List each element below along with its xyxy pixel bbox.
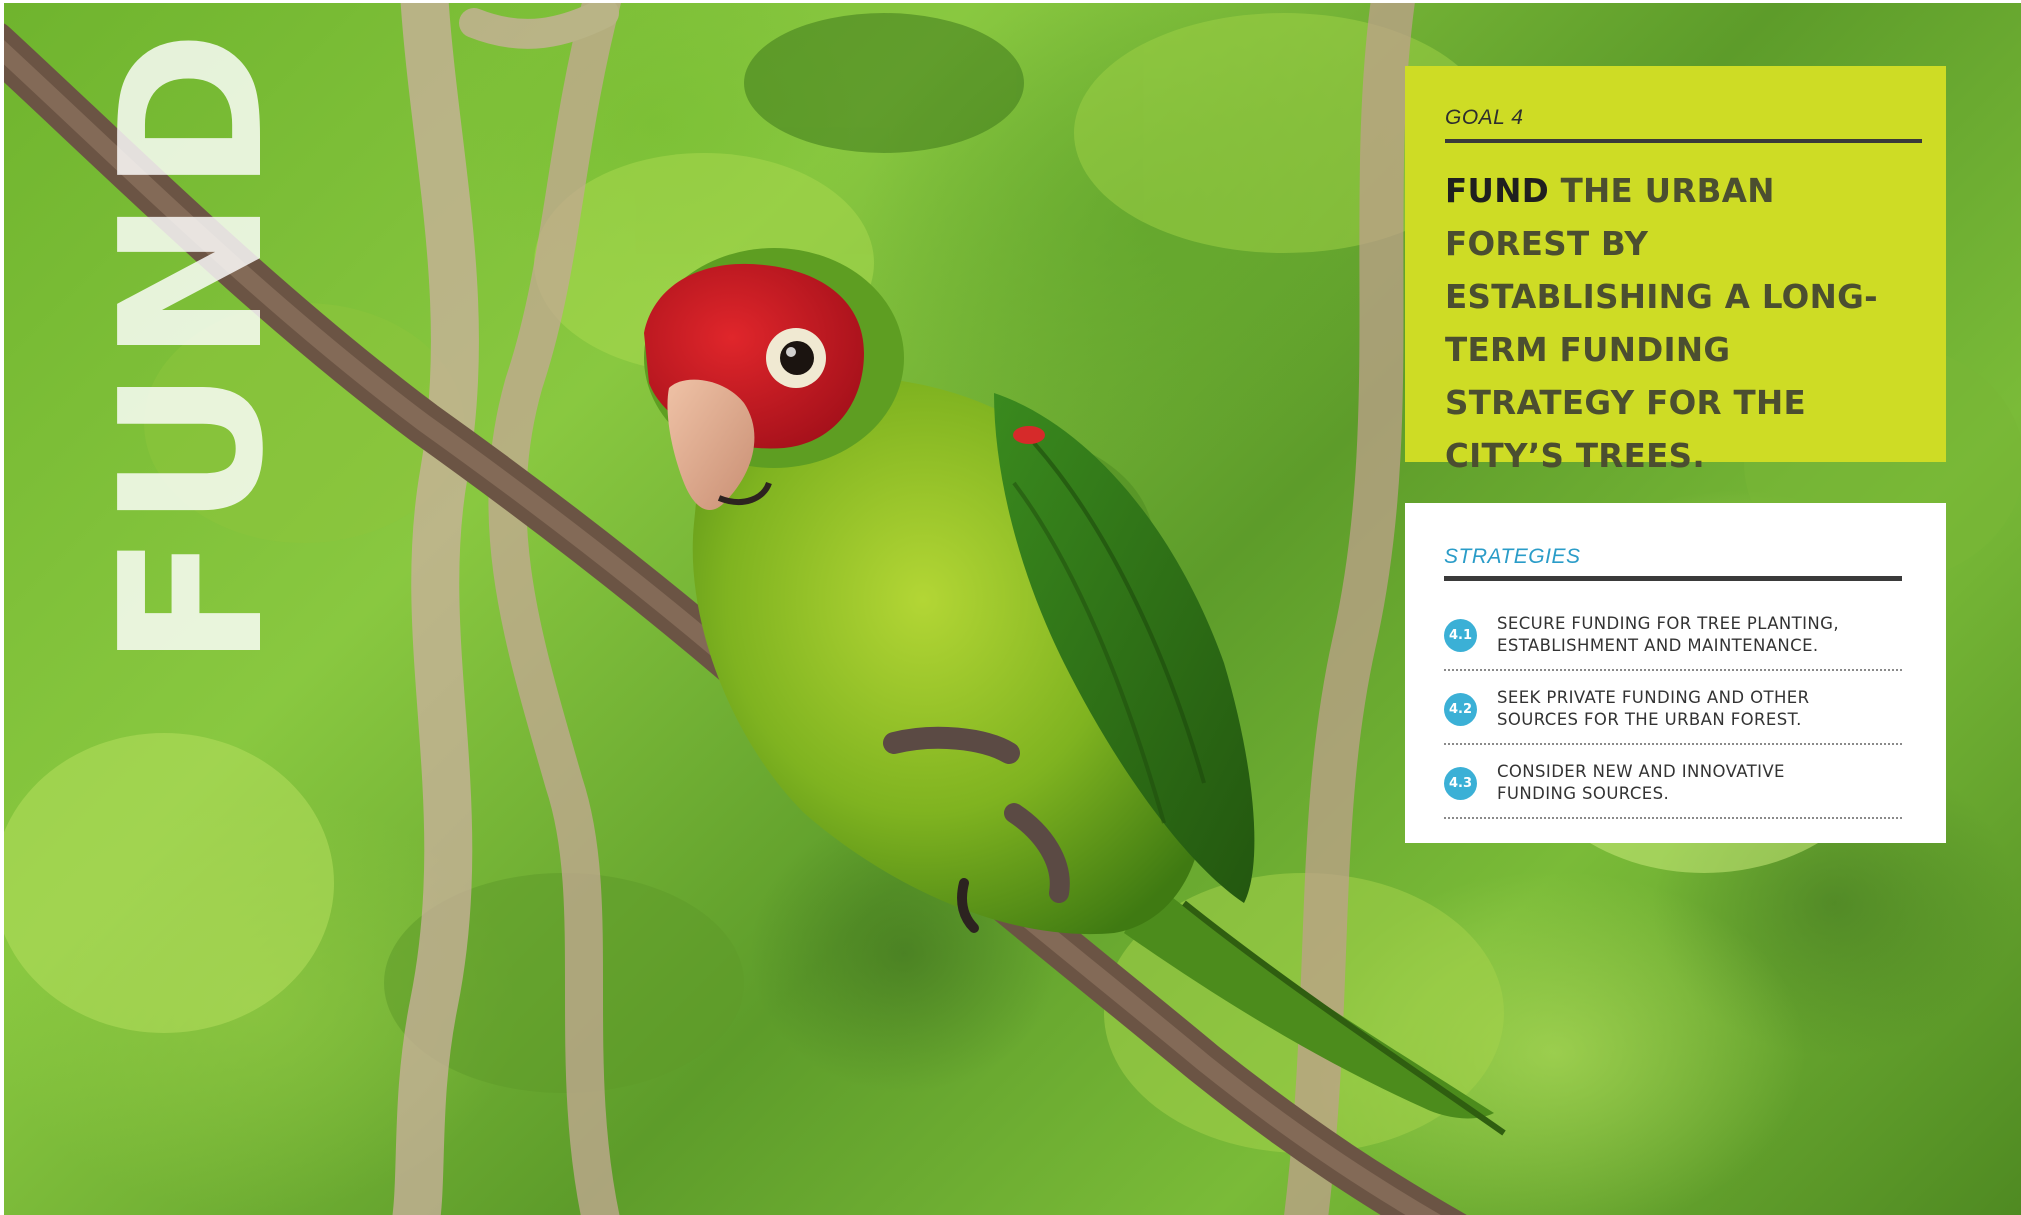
goal-card: GOAL 4 FUND THE URBAN FOREST BY ESTABLIS… <box>1405 66 1946 475</box>
strategies-card: STRATEGIES 4.1 SECURE FUNDING FOR TREE P… <box>1405 503 1946 843</box>
goal-title-lead: FUND <box>1445 172 1549 210</box>
strategy-text: SEEK PRIVATE FUNDING AND OTHER SOURCES F… <box>1497 688 1810 729</box>
strategy-item: 4.2 SEEK PRIVATE FUNDING AND OTHER SOURC… <box>1444 671 1902 745</box>
document-page: FUND GOAL 4 FUND THE URBAN FOREST BY EST… <box>0 0 2021 1215</box>
strategy-item: 4.1 SECURE FUNDING FOR TREE PLANTING, ES… <box>1444 597 1902 671</box>
strategy-item: 4.3 CONSIDER NEW AND INNOVATIVE FUNDING … <box>1444 745 1902 819</box>
strategies-label: STRATEGIES <box>1444 545 1902 581</box>
strategy-text: CONSIDER NEW AND INNOVATIVE FUNDING SOUR… <box>1497 762 1785 803</box>
strategy-number-badge: 4.3 <box>1444 766 1477 800</box>
goal-label: GOAL 4 <box>1445 106 1922 143</box>
section-word-vertical: FUND <box>79 24 307 668</box>
goal-title-rest: THE URBAN FOREST BY ESTABLISHING A LONG-… <box>1445 172 1878 475</box>
strategy-number-badge: 4.2 <box>1444 692 1477 726</box>
strategy-number-badge: 4.1 <box>1444 618 1477 652</box>
strategy-text: SECURE FUNDING FOR TREE PLANTING, ESTABL… <box>1497 614 1839 655</box>
strategies-list: 4.1 SECURE FUNDING FOR TREE PLANTING, ES… <box>1444 597 1902 819</box>
goal-title: FUND THE URBAN FOREST BY ESTABLISHING A … <box>1445 165 1922 483</box>
